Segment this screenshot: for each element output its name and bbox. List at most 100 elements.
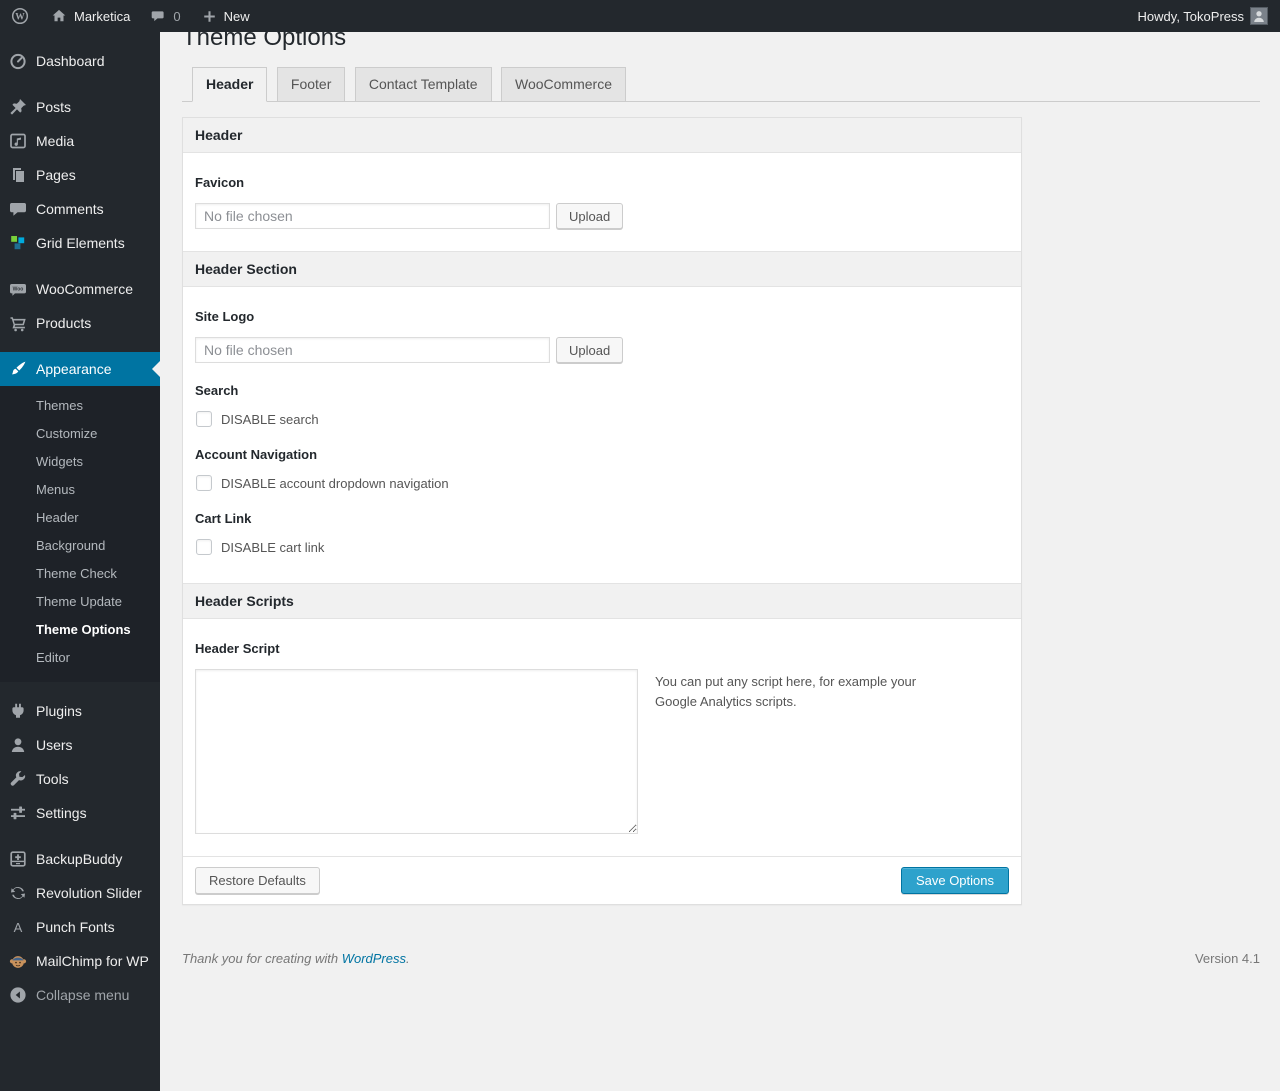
submenu-item-theme-update[interactable]: Theme Update xyxy=(0,588,160,616)
sidebar-item-label: Tools xyxy=(36,771,69,787)
sidebar-item-punch-fonts[interactable]: A Punch Fonts xyxy=(0,910,160,944)
sidebar-item-label: Revolution Slider xyxy=(36,885,142,901)
submenu-item-editor[interactable]: Editor xyxy=(0,644,160,672)
sidebar-item-label: WooCommerce xyxy=(36,281,133,297)
menu-separator xyxy=(0,682,160,694)
disable-search-checkbox[interactable] xyxy=(196,411,212,427)
refresh-icon xyxy=(8,883,28,903)
site-logo-label: Site Logo xyxy=(195,309,255,324)
wordpress-logo-icon: W xyxy=(10,6,30,26)
site-logo-file-input[interactable] xyxy=(195,337,550,363)
disable-account-nav-checkbox[interactable] xyxy=(196,475,212,491)
tab-footer[interactable]: Footer xyxy=(276,67,346,102)
letter-a-icon: A xyxy=(8,917,28,937)
comments-link[interactable]: 0 xyxy=(140,0,190,32)
sidebar-item-label: Pages xyxy=(36,167,76,183)
submenu-item-theme-options[interactable]: Theme Options xyxy=(0,616,160,644)
admin-bar: W Marketica 0 New Howdy, TokoPress xyxy=(0,0,1280,32)
submenu-item-customize[interactable]: Customize xyxy=(0,420,160,448)
comment-icon xyxy=(8,199,28,219)
sidebar-item-grid-elements[interactable]: Grid Elements xyxy=(0,226,160,260)
submenu-item-background[interactable]: Background xyxy=(0,532,160,560)
sidebar-item-revolution-slider[interactable]: Revolution Slider xyxy=(0,876,160,910)
sidebar-item-dashboard[interactable]: Dashboard xyxy=(0,44,160,78)
new-content-button[interactable]: New xyxy=(191,0,260,32)
comments-count-badge: 0 xyxy=(173,8,181,24)
disable-cart-link-label: DISABLE cart link xyxy=(221,539,325,555)
sidebar-item-label: Dashboard xyxy=(36,53,105,69)
disable-account-nav-option[interactable]: DISABLE account dropdown navigation xyxy=(196,475,1009,491)
panel-action-bar: Restore Defaults Save Options xyxy=(183,856,1021,904)
svg-text:Woo: Woo xyxy=(13,287,24,293)
header-script-textarea[interactable] xyxy=(195,669,638,834)
sidebar-item-backupbuddy[interactable]: BackupBuddy xyxy=(0,842,160,876)
sidebar-item-label: Users xyxy=(36,737,73,753)
sidebar-item-products[interactable]: Products xyxy=(0,306,160,340)
new-label: New xyxy=(223,8,250,24)
submenu-item-header[interactable]: Header xyxy=(0,504,160,532)
admin-sidebar: Dashboard Posts Media Pages Comments Gri… xyxy=(0,32,160,1091)
section-header: Header xyxy=(183,118,1021,153)
sidebar-item-plugins[interactable]: Plugins xyxy=(0,694,160,728)
sidebar-item-appearance[interactable]: Appearance xyxy=(0,352,160,386)
site-name-link[interactable]: Marketica xyxy=(40,0,140,32)
sidebar-item-label: Punch Fonts xyxy=(36,919,115,935)
wordpress-logo-button[interactable]: W xyxy=(0,0,40,32)
sidebar-item-woocommerce[interactable]: Woo WooCommerce xyxy=(0,272,160,306)
tab-contact-template[interactable]: Contact Template xyxy=(354,67,492,102)
monkey-icon xyxy=(8,951,28,971)
submenu-item-widgets[interactable]: Widgets xyxy=(0,448,160,476)
sidebar-item-label: Posts xyxy=(36,99,72,115)
account-menu[interactable]: Howdy, TokoPress xyxy=(1126,0,1280,32)
disable-cart-link-checkbox[interactable] xyxy=(196,539,212,555)
plus-icon xyxy=(201,8,218,25)
sidebar-item-pages[interactable]: Pages xyxy=(0,158,160,192)
collapse-arrow-icon xyxy=(8,985,28,1005)
submenu-item-themes[interactable]: Themes xyxy=(0,392,160,420)
header-scripts-fields: Header Script You can put any script her… xyxy=(183,619,1021,856)
home-icon xyxy=(50,7,68,25)
disable-cart-link-option[interactable]: DISABLE cart link xyxy=(196,539,1009,555)
footer-thanks-prefix: Thank you for creating with xyxy=(182,951,342,966)
tab-woocommerce[interactable]: WooCommerce xyxy=(501,67,626,102)
menu-separator xyxy=(0,830,160,842)
plugin-icon xyxy=(8,701,28,721)
submenu-item-menus[interactable]: Menus xyxy=(0,476,160,504)
sidebar-item-label: MailChimp for WP xyxy=(36,953,149,969)
sidebar-item-tools[interactable]: Tools xyxy=(0,762,160,796)
admin-footer: Thank you for creating with WordPress. V… xyxy=(182,951,1260,966)
options-panel: Header Favicon Upload Header Section Sit… xyxy=(182,117,1022,905)
menu-separator xyxy=(0,78,160,90)
search-label: Search xyxy=(195,383,239,398)
sidebar-item-comments[interactable]: Comments xyxy=(0,192,160,226)
collapse-menu-button[interactable]: Collapse menu xyxy=(0,978,160,1012)
version-label: Version 4.1 xyxy=(1194,951,1260,966)
submenu-item-theme-check[interactable]: Theme Check xyxy=(0,560,160,588)
comment-bubble-icon xyxy=(150,8,167,25)
account-navigation-label: Account Navigation xyxy=(195,447,318,462)
sidebar-item-label: Settings xyxy=(36,805,87,821)
restore-defaults-button[interactable]: Restore Defaults xyxy=(195,867,320,894)
disable-search-option[interactable]: DISABLE search xyxy=(196,411,1009,427)
sidebar-item-settings[interactable]: Settings xyxy=(0,796,160,830)
footer-thanks-suffix: . xyxy=(406,951,410,966)
sidebar-item-media[interactable]: Media xyxy=(0,124,160,158)
favicon-file-input[interactable] xyxy=(195,203,550,229)
wordpress-footer-link[interactable]: WordPress xyxy=(342,951,406,966)
favicon-upload-button[interactable]: Upload xyxy=(556,203,624,229)
sidebar-item-mailchimp[interactable]: MailChimp for WP xyxy=(0,944,160,978)
sidebar-item-label: Comments xyxy=(36,201,104,217)
cart-icon xyxy=(8,313,28,333)
site-logo-upload-button[interactable]: Upload xyxy=(556,337,624,363)
sidebar-item-users[interactable]: Users xyxy=(0,728,160,762)
save-options-button[interactable]: Save Options xyxy=(900,867,1009,894)
appearance-submenu: Themes Customize Widgets Menus Header Ba… xyxy=(0,386,160,682)
header-section-fields: Site Logo Upload Search DISABLE search A… xyxy=(183,287,1021,583)
svg-text:A: A xyxy=(14,920,23,935)
sidebar-item-label: Appearance xyxy=(36,361,112,377)
woo-badge-icon: Woo xyxy=(8,279,28,299)
disable-search-label: DISABLE search xyxy=(221,411,319,427)
sidebar-item-posts[interactable]: Posts xyxy=(0,90,160,124)
site-name-label: Marketica xyxy=(74,8,131,24)
tab-header[interactable]: Header xyxy=(192,67,268,102)
